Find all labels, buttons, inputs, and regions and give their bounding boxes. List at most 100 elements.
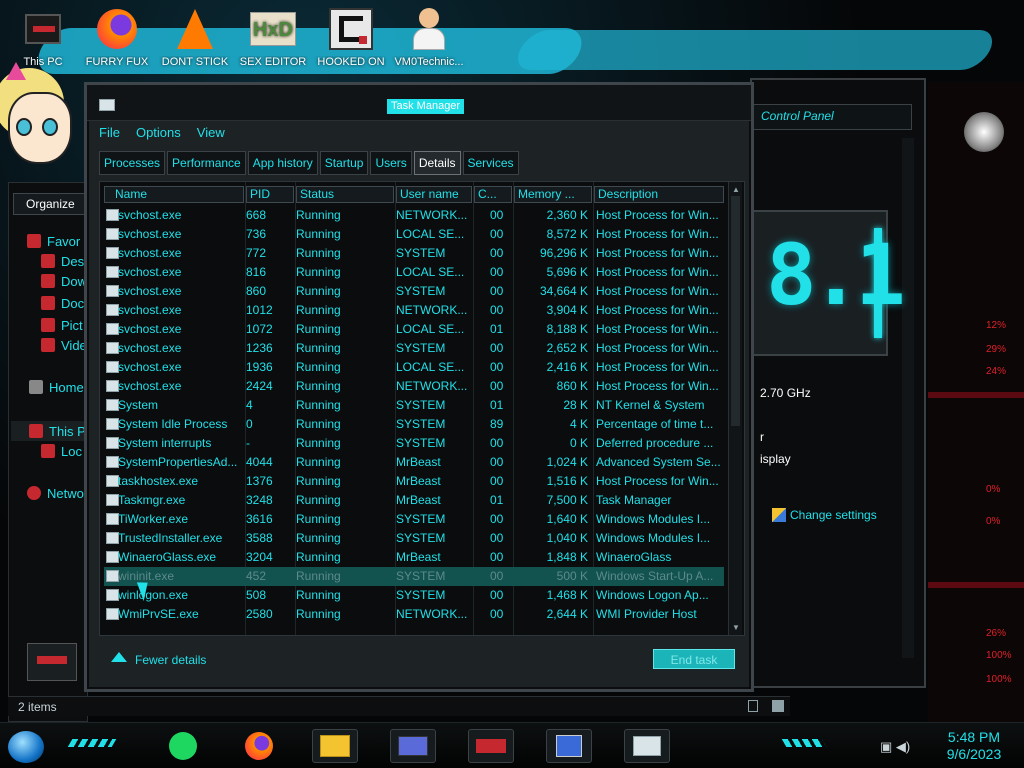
taskbar-control-panel[interactable]	[390, 729, 436, 763]
process-user-cell: SYSTEM	[396, 531, 446, 545]
process-desc-cell: Task Manager	[596, 493, 672, 507]
process-row[interactable]: svchost.exe 1072 Running LOCAL SE... 01 8,188…	[104, 320, 724, 339]
process-row[interactable]: winlogon.exe 508 Running SYSTEM 00 1,468 K Win…	[104, 586, 724, 605]
scrollbar-thumb[interactable]	[731, 196, 740, 426]
process-mem-cell: 2,652 K	[546, 341, 588, 355]
desktop-icon-vm0technic[interactable]: VM0Technic...	[390, 6, 468, 74]
process-cpu-cell: 00	[490, 379, 504, 393]
process-row[interactable]: wininit.exe 452 Running SYSTEM 00 500 K Window…	[104, 567, 724, 586]
process-row[interactable]: WmiPrvSE.exe 2580 Running NETWORK... 00 2,644…	[104, 605, 724, 624]
process-mem-cell: 1,468 K	[546, 588, 588, 602]
menu-view[interactable]: View	[197, 125, 225, 145]
process-row[interactable]: SystemPropertiesAd... 4044 Running MrBeast 0…	[104, 453, 724, 472]
column-header-pid[interactable]: PID	[246, 186, 294, 203]
large-icons-view-icon[interactable]	[772, 700, 784, 712]
column-header-memory[interactable]: Memory ...	[514, 186, 592, 203]
tab-startup[interactable]: Startup	[319, 151, 369, 175]
process-row[interactable]: svchost.exe 736 Running LOCAL SE... 00 8,572 …	[104, 225, 724, 244]
gauge-value: 0%	[986, 516, 1001, 527]
control-panel-window: Control Panel 8.1 2.70 GHz r isplay Chan…	[750, 78, 926, 688]
process-desc-cell: Host Process for Win...	[596, 474, 719, 488]
process-name-cell: svchost.exe	[118, 341, 182, 355]
process-row[interactable]: System interrupts - Running SYSTEM 00 0 K Defe…	[104, 434, 724, 453]
process-row[interactable]: System 4 Running SYSTEM 01 28 K NT Kernel & Sy…	[104, 396, 724, 415]
process-name-cell: System Idle Process	[118, 417, 228, 431]
column-header-user-name[interactable]: User name	[396, 186, 472, 203]
scroll-up-icon[interactable]: ▲	[732, 185, 740, 194]
process-row[interactable]: Taskmgr.exe 3248 Running MrBeast 01 7,500 K Ta…	[104, 491, 724, 510]
process-mem-cell: 8,572 K	[546, 227, 588, 241]
desktop-icon-hooked-on[interactable]: HOOKED ON	[312, 6, 390, 74]
process-row[interactable]: TiWorker.exe 3616 Running SYSTEM 00 1,640 K Wi…	[104, 510, 724, 529]
hxd-editor-icon: HxD	[249, 6, 297, 52]
process-row[interactable]: svchost.exe 1236 Running SYSTEM 00 2,652 K Hos…	[104, 339, 724, 358]
process-user-cell: SYSTEM	[396, 588, 446, 602]
process-row[interactable]: svchost.exe 1012 Running NETWORK... 00 3,904 …	[104, 301, 724, 320]
process-row[interactable]: svchost.exe 772 Running SYSTEM 00 96,296 K Hos…	[104, 244, 724, 263]
volume-icon[interactable]: ◀)	[896, 739, 910, 754]
menu-file[interactable]: File	[99, 125, 120, 145]
desktop-icon-dont-stick[interactable]: DONT STICK	[156, 6, 234, 74]
taskbar-task-manager[interactable]	[624, 729, 670, 763]
column-header-cpu[interactable]: C...	[474, 186, 512, 203]
process-row[interactable]: WinaeroGlass.exe 3204 Running MrBeast 00 1,84…	[104, 548, 724, 567]
column-header-name[interactable]: Name	[104, 186, 244, 203]
end-task-button[interactable]: End task	[653, 649, 735, 669]
tab-processes[interactable]: Processes	[99, 151, 166, 175]
tab-app-history[interactable]: App history	[247, 151, 318, 175]
process-row[interactable]: svchost.exe 2424 Running NETWORK... 00 860 K H…	[104, 377, 724, 396]
details-view-icon[interactable]	[748, 700, 758, 712]
process-row[interactable]: svchost.exe 1936 Running LOCAL SE... 00 2,416…	[104, 358, 724, 377]
change-settings-link[interactable]: Change settings	[772, 508, 877, 522]
taskbar-system[interactable]	[546, 729, 592, 763]
process-desc-cell: WMI Provider Host	[596, 607, 697, 621]
tab-users[interactable]: Users	[370, 151, 412, 175]
control-panel-scrollbar[interactable]	[902, 138, 914, 658]
tab-details[interactable]: Details	[413, 151, 461, 175]
process-status-cell: Running	[296, 208, 341, 222]
process-name-cell: svchost.exe	[118, 303, 182, 317]
scroll-down-icon[interactable]: ▼	[732, 623, 740, 632]
fewer-details-link[interactable]: Fewer details	[135, 653, 206, 667]
nav-item-this-pc[interactable]: This P	[11, 421, 89, 441]
clock-date: 9/6/2023	[946, 746, 1002, 762]
process-desc-cell: Host Process for Win...	[596, 227, 719, 241]
process-desc-cell: Windows Modules I...	[596, 531, 711, 545]
process-row[interactable]: TrustedInstaller.exe 3588 Running SYSTEM 00 1…	[104, 529, 724, 548]
menu-options[interactable]: Options	[136, 125, 181, 145]
control-panel-address-bar[interactable]: Control Panel	[752, 104, 912, 130]
process-row[interactable]: taskhostex.exe 1376 Running MrBeast 00 1,516 …	[104, 472, 724, 491]
desktop-icon-furry-fux[interactable]: FURRY FUX	[78, 6, 156, 74]
taskbar-firefox[interactable]	[236, 729, 282, 763]
drive-icon	[41, 444, 55, 458]
menu-bar: File Options View	[99, 125, 225, 145]
process-cpu-cell: 00	[490, 455, 504, 469]
process-status-cell: Running	[296, 531, 341, 545]
process-pid-cell: 3204	[246, 550, 273, 564]
column-header-description[interactable]: Description	[594, 186, 724, 203]
process-cpu-cell: 01	[490, 322, 504, 336]
chevron-up-icon[interactable]	[111, 652, 127, 662]
start-button[interactable]	[8, 731, 44, 763]
process-row[interactable]: System Idle Process 0 Running SYSTEM 89 4 K Pe…	[104, 415, 724, 434]
process-pid-cell: 3248	[246, 493, 273, 507]
organize-button[interactable]: Organize	[13, 193, 85, 215]
clock[interactable]: 5:48 PM 9/6/2023	[934, 729, 1014, 763]
process-row[interactable]: svchost.exe 816 Running LOCAL SE... 00 5,696 …	[104, 263, 724, 282]
tab-performance[interactable]: Performance	[167, 151, 246, 175]
vertical-scrollbar[interactable]: ▲ ▼	[728, 182, 742, 635]
process-pid-cell: 1936	[246, 360, 273, 374]
process-status-cell: Running	[296, 379, 341, 393]
network-icon[interactable]: ▣	[880, 739, 892, 754]
column-header-status[interactable]: Status	[296, 186, 394, 203]
gauge-value: 29%	[986, 344, 1007, 355]
taskbar-spotify[interactable]	[160, 729, 206, 763]
taskbar-file-explorer[interactable]	[312, 729, 358, 763]
folder-icon	[320, 735, 350, 757]
process-row[interactable]: svchost.exe 668 Running NETWORK... 00 2,360 K…	[104, 206, 724, 225]
change-settings-label: Change settings	[790, 508, 877, 522]
desktop-icon-sex-editor[interactable]: HxD SEX EDITOR	[234, 6, 312, 74]
process-row[interactable]: svchost.exe 860 Running SYSTEM 00 34,664 K Hos…	[104, 282, 724, 301]
taskbar-alienware[interactable]	[468, 729, 514, 763]
tab-services[interactable]: Services	[462, 151, 519, 175]
